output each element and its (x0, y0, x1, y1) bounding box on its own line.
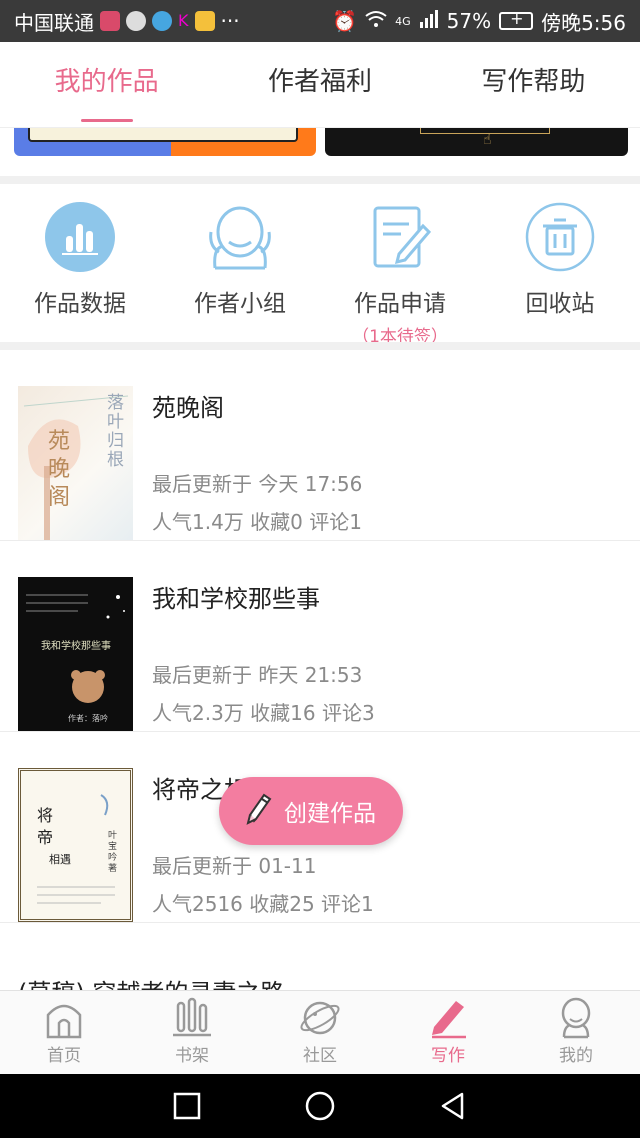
home-button[interactable] (300, 1086, 340, 1126)
divider (0, 342, 640, 350)
work-title: 我和学校那些事 (152, 585, 320, 613)
cover-title-char: 阁 (48, 485, 71, 510)
hundred-icon (194, 11, 215, 31)
tool-author-group-label: 作者小组 (194, 291, 286, 317)
network-type-label: 4G (395, 14, 411, 28)
app-notification-icon (100, 11, 120, 31)
people-icon (205, 202, 275, 272)
signal-icon (419, 9, 439, 33)
k-icon: K (178, 11, 189, 30)
app-screen: { "status_bar": { "carrier": "中国联通", "si… (0, 0, 640, 1138)
tool-work-apply-label: 作品申请 (354, 291, 446, 317)
home-icon (42, 997, 86, 1039)
tools-row: 作品数据 作者小组 作品申请 （1本待签） 回收站 (0, 184, 640, 347)
cover-title-char: 苑 (48, 429, 71, 454)
work-stats: 人气2516 收藏25 评论1 (152, 892, 374, 916)
work-stats: 人气1.4万 收藏0 评论1 (152, 510, 362, 534)
cover-side-text: 落叶归根 (107, 393, 124, 470)
nav-home-label: 首页 (47, 1046, 81, 1066)
work-cover: 苑 晚 阁 落叶归根 (18, 386, 133, 540)
recent-apps-button[interactable] (167, 1086, 207, 1126)
planet-icon (298, 997, 342, 1039)
profile-icon (554, 997, 598, 1039)
nav-profile[interactable]: 我的 (512, 991, 640, 1074)
battery-percent: 57% (446, 9, 492, 33)
work-updated: 最后更新于 今天 17:56 (152, 472, 363, 496)
pencil-icon (246, 791, 274, 831)
tool-work-apply[interactable]: 作品申请 （1本待签） (320, 184, 480, 347)
nav-community[interactable]: 社区 (256, 991, 384, 1074)
tool-work-data[interactable]: 作品数据 (0, 184, 160, 342)
nav-bookshelf[interactable]: 书架 (128, 991, 256, 1074)
create-work-button[interactable]: 创建作品 (219, 777, 403, 845)
top-tab-bar: 我的作品 作者福利 写作帮助 (0, 42, 640, 128)
tab-my-works[interactable]: 我的作品 (0, 42, 213, 128)
banner-right[interactable]: ☝ (325, 128, 628, 156)
app-icon (152, 11, 172, 31)
work-updated: 最后更新于 昨天 21:53 (152, 663, 363, 687)
bookshelf-icon (170, 997, 214, 1039)
work-stats: 人气2.3万 收藏16 评论3 (152, 701, 375, 725)
create-work-label: 创建作品 (284, 801, 376, 827)
pointer-icon: ☝ (483, 132, 492, 148)
alarm-icon: ⏰ (332, 9, 358, 33)
more-notifications-icon: ··· (220, 9, 240, 33)
status-bar: 中国联通 K ··· ⏰ 4G 57% 傍晚5:56 (0, 0, 640, 42)
bar-chart-icon (45, 202, 115, 272)
qq-icon (126, 11, 146, 31)
nav-home[interactable]: 首页 (0, 991, 128, 1074)
battery-icon (499, 9, 534, 30)
tool-work-data-label: 作品数据 (34, 291, 126, 317)
works-list: 苑 晚 阁 落叶归根 苑晚阁 最后更新于 今天 17:56 人气1.4万 收藏0… (0, 350, 640, 990)
list-item[interactable]: 苑 晚 阁 落叶归根 苑晚阁 最后更新于 今天 17:56 人气1.4万 收藏0… (0, 350, 640, 541)
wifi-icon (365, 9, 387, 33)
work-cover: 我和学校那些事 作者：落吟 (18, 577, 133, 731)
list-item[interactable]: 我和学校那些事 作者：落吟 我和学校那些事 最后更新于 昨天 21:53 人气2… (0, 541, 640, 732)
list-item[interactable]: (草稿) 穿越者的寻妻之路 (0, 923, 640, 990)
tab-author-benefits[interactable]: 作者福利 (213, 42, 426, 128)
cover-title-text: 我和学校那些事 (41, 641, 111, 652)
nav-write-label: 写作 (431, 1046, 465, 1066)
work-title: (草稿) 穿越者的寻妻之路 (18, 973, 284, 990)
cover-title-char: 晚 (48, 457, 71, 482)
trash-icon (525, 202, 595, 272)
nav-community-label: 社区 (303, 1046, 337, 1066)
banner-paper-graphic (28, 128, 298, 142)
bottom-nav: 首页 书架 社区 写作 我的 (0, 990, 640, 1074)
banner-area: ☝ (0, 128, 640, 176)
nav-bookshelf-label: 书架 (175, 1046, 209, 1066)
work-title: 苑晚阁 (152, 394, 224, 422)
divider (0, 176, 640, 184)
cover-author-text: 作者：落吟 (68, 714, 108, 723)
tool-recycle-bin[interactable]: 回收站 (480, 184, 640, 342)
work-cover: 将 帝 相遇 叶宝吟著 (18, 768, 133, 922)
nav-write[interactable]: 写作 (384, 991, 512, 1074)
carrier-label: 中国联通 (14, 10, 94, 35)
system-nav-bar (0, 1074, 640, 1138)
tool-author-group[interactable]: 作者小组 (160, 184, 320, 342)
back-button[interactable] (433, 1086, 473, 1126)
banner-left[interactable] (14, 128, 316, 156)
tab-writing-help[interactable]: 写作帮助 (427, 42, 640, 128)
pen-icon (426, 997, 470, 1039)
clock: 傍晚5:56 (541, 10, 626, 35)
tool-recycle-bin-label: 回收站 (525, 291, 595, 317)
edit-doc-icon (365, 202, 435, 272)
nav-profile-label: 我的 (559, 1046, 593, 1066)
work-updated: 最后更新于 01-11 (152, 854, 317, 878)
